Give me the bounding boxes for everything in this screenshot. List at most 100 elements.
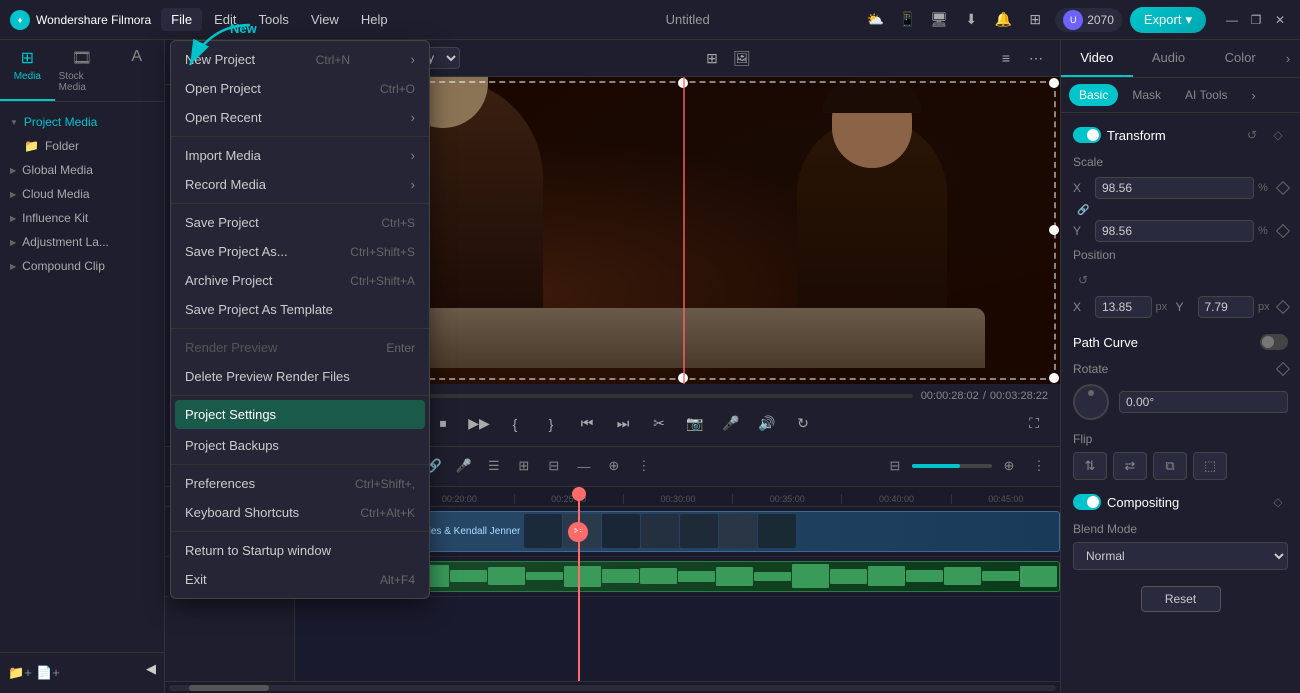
flip-option4-button[interactable]: ⬚ [1193,452,1227,480]
menu-save-project[interactable]: Save Project Ctrl+S [171,208,429,237]
menu-exit[interactable]: Exit Alt+F4 [171,565,429,594]
rotate-wheel[interactable] [1073,384,1109,420]
menu-save-template[interactable]: Save Project As Template [171,295,429,324]
grid-view-icon[interactable]: ⊞ [700,46,724,70]
snap-button[interactable]: — [571,453,597,479]
download-icon[interactable]: ⬇ [959,8,983,32]
tree-global-media[interactable]: ▶ Global Media [0,158,164,182]
menu-project-backups[interactable]: Project Backups [171,431,429,460]
transform-diamond-icon[interactable]: ◇ [1268,125,1288,145]
flip-horizontal-button[interactable]: ⇄ [1113,452,1147,480]
position-x-input[interactable] [1095,296,1152,318]
sub-tab-basic[interactable]: Basic [1069,84,1118,106]
path-curve-toggle[interactable] [1260,334,1288,350]
scrollbar-thumb[interactable] [189,685,269,691]
add-item-button[interactable]: 📄+ [36,661,60,685]
bell-icon[interactable]: 🔔 [991,8,1015,32]
menu-open-project[interactable]: Open Project Ctrl+O [171,74,429,103]
add-folder-button[interactable]: 📁+ [8,661,32,685]
sub-tab-mask[interactable]: Mask [1122,84,1171,106]
compositing-diamond-icon[interactable]: ◇ [1268,492,1288,512]
menu-save-project-as[interactable]: Save Project As... Ctrl+Shift+S [171,237,429,266]
tree-folder[interactable]: 📁 Folder [0,134,164,158]
filter-icon[interactable]: ≡ [994,46,1018,70]
image-view-icon[interactable]: 🖼 [730,46,754,70]
zoom-in-button[interactable]: ⊕ [996,453,1022,479]
zoom-slider[interactable] [912,464,992,468]
frame-forward-button[interactable]: ▶▶ [465,410,493,438]
phone-icon[interactable]: 📱 [895,8,919,32]
monitor-icon[interactable]: 🖥 [927,8,951,32]
tree-compound-clip[interactable]: ▶ Compound Clip [0,254,164,278]
tree-project-media[interactable]: ▼ Project Media [0,110,164,134]
camera-button[interactable]: 📷 [681,410,709,438]
link-icon[interactable]: 🔗 [1077,205,1089,216]
tracks-button[interactable]: ☰ [481,453,507,479]
split-track-button[interactable]: ⊞ [511,453,537,479]
menu-project-settings[interactable]: Project Settings [175,400,425,429]
split-button[interactable]: ✂ [645,410,673,438]
mark-in-button[interactable]: { [501,410,529,438]
grid-icon[interactable]: ⊞ [1023,8,1047,32]
panel-tab-audio[interactable]: Audio [1133,40,1205,77]
scale-x-keyframe[interactable] [1276,181,1290,195]
rotate-keyframe[interactable] [1278,364,1288,374]
zoom-options-button[interactable]: ⋮ [1026,453,1052,479]
menu-help[interactable]: Help [351,8,398,31]
blend-mode-select[interactable]: Normal [1073,542,1288,570]
menu-file[interactable]: File [161,8,202,31]
menu-preferences[interactable]: Preferences Ctrl+Shift+, [171,469,429,498]
remove-track-button[interactable]: ⊟ [541,453,567,479]
user-badge[interactable]: U 2070 [1055,8,1122,32]
scale-y-keyframe[interactable] [1276,224,1290,238]
cloud-icon[interactable]: ⛅ [863,8,887,32]
position-keyframe[interactable] [1276,300,1290,314]
next-marker-button[interactable]: ⏭ [609,410,637,438]
rotate-right-button[interactable]: ↻ [789,410,817,438]
panel-tab-next-icon[interactable]: › [1276,40,1300,77]
menu-return-startup[interactable]: Return to Startup window [171,536,429,565]
flip-option3-button[interactable]: ⧉ [1153,452,1187,480]
add-track-button[interactable]: ⊕ [601,453,627,479]
position-y-input[interactable] [1198,296,1255,318]
volume-button[interactable]: 🔊 [753,410,781,438]
sub-tab-next-icon[interactable]: › [1241,84,1265,106]
playhead[interactable] [578,487,580,681]
menu-delete-preview[interactable]: Delete Preview Render Files [171,362,429,391]
more-options-icon[interactable]: ⋯ [1024,46,1048,70]
stop-button[interactable]: ⏹ [429,410,457,438]
prev-marker-button[interactable]: ⏮ [573,410,601,438]
panel-tab-video[interactable]: Video [1061,40,1133,77]
tree-influence-kit[interactable]: ▶ Influence Kit [0,206,164,230]
sub-tab-ai[interactable]: AI Tools [1175,84,1237,106]
compositing-toggle[interactable] [1073,494,1101,510]
flip-vertical-button[interactable]: ⇅ [1073,452,1107,480]
menu-view[interactable]: View [301,8,349,31]
tree-adjustment[interactable]: ▶ Adjustment La... [0,230,164,254]
transform-reset-icon[interactable]: ↺ [1242,125,1262,145]
rotate-diamond-icon[interactable] [1276,362,1290,376]
tab-stock[interactable]: 🎞 Stock Media [55,40,110,101]
menu-record-media[interactable]: Record Media › [171,170,429,199]
panel-tab-color[interactable]: Color [1204,40,1276,77]
collapse-button[interactable]: ◀ [146,661,156,685]
scrollbar-track[interactable] [169,685,1056,691]
menu-open-recent[interactable]: Open Recent › [171,103,429,132]
menu-archive-project[interactable]: Archive Project Ctrl+Shift+A [171,266,429,295]
zoom-out-button[interactable]: ⊟ [882,453,908,479]
close-button[interactable]: ✕ [1270,10,1290,30]
reset-button[interactable]: Reset [1141,586,1221,612]
transform-toggle[interactable] [1073,127,1101,143]
export-button[interactable]: Export ▾ [1130,7,1206,33]
tab-effects[interactable]: A [109,40,164,101]
scale-x-input[interactable] [1095,177,1254,199]
position-reset-icon[interactable]: ↺ [1073,270,1093,290]
mic-button[interactable]: 🎤 [451,453,477,479]
rotate-input[interactable] [1119,391,1288,413]
menu-keyboard-shortcuts[interactable]: Keyboard Shortcuts Ctrl+Alt+K [171,498,429,527]
minimize-button[interactable]: — [1222,10,1242,30]
menu-tools[interactable]: Tools [249,8,299,31]
menu-new-project[interactable]: New Project Ctrl+N › [171,45,429,74]
voice-button[interactable]: 🎤 [717,410,745,438]
menu-import-media[interactable]: Import Media › [171,141,429,170]
